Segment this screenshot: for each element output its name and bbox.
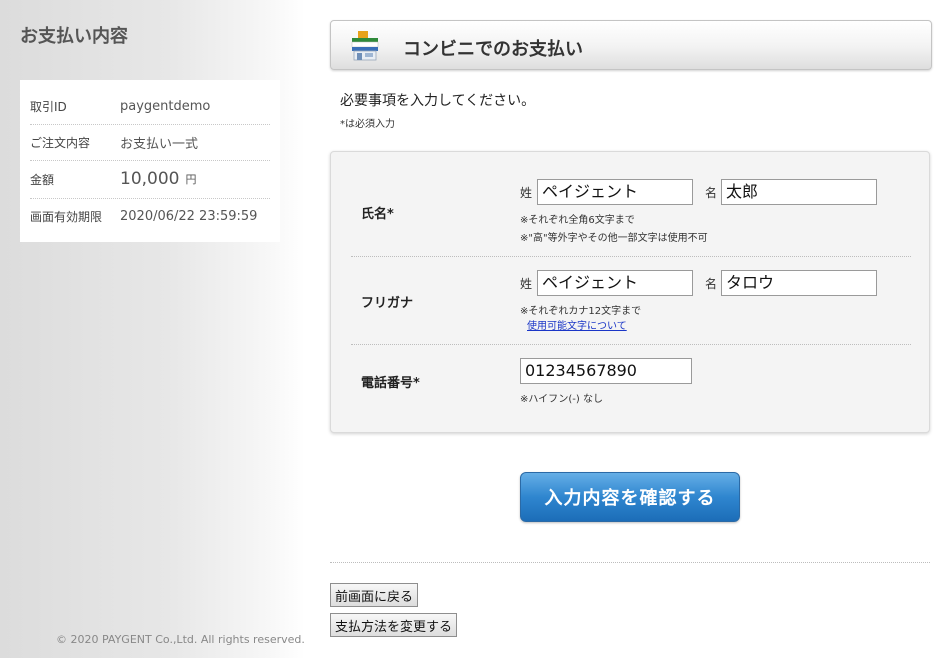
expiry-label: 画面有効期限 xyxy=(30,209,103,224)
phone-label: 電話番号* xyxy=(361,376,420,391)
convenience-store-icon xyxy=(351,31,379,61)
name-note-characters: ※"高"等外字やその他一部文字は使用不可 xyxy=(520,233,708,244)
kana-first-input[interactable]: タロウ xyxy=(721,270,877,296)
back-button[interactable]: 前画面に戻る xyxy=(330,583,419,607)
copyright: © 2020 PAYGENT Co.,Ltd. All rights reser… xyxy=(56,633,305,646)
amount-value: 10,000 xyxy=(120,169,180,189)
confirm-input-button[interactable]: 入力内容を確認する xyxy=(520,472,740,522)
sidebar-title: お支払い内容 xyxy=(20,26,128,47)
page-title: コンビニでのお支払い xyxy=(403,39,583,60)
kana-note: ※それぞれカナ12文字まで xyxy=(520,306,642,317)
name-first-input[interactable]: 太郎 xyxy=(721,179,877,205)
name-last-input[interactable]: ペイジェント xyxy=(537,179,693,205)
expiry-value: 2020/06/22 23:59:59 xyxy=(120,208,258,224)
summary-row-transaction-id: 取引ID paygentdemo xyxy=(30,88,270,125)
name-note-length: ※それぞれ全角6文字まで xyxy=(520,215,635,226)
divider xyxy=(351,344,911,345)
kana-last-label: 姓 xyxy=(520,277,533,291)
summary-row-expiry: 画面有効期限 2020/06/22 23:59:59 xyxy=(30,198,270,234)
required-note: *は必須入力 xyxy=(340,119,395,130)
amount-unit: 円 xyxy=(185,173,197,186)
kana-label: フリガナ xyxy=(361,296,414,311)
transaction-id-label: 取引ID xyxy=(30,99,67,114)
payment-form: 氏名* 姓 ペイジェント 名 太郎 ※それぞれ全角6文字まで ※"高"等外字やそ… xyxy=(330,151,930,433)
payment-summary: 取引ID paygentdemo ご注文内容 お支払い一式 金額 10,000 … xyxy=(20,80,280,242)
usable-characters-link[interactable]: 使用可能文字について xyxy=(527,317,627,332)
change-payment-method-button[interactable]: 支払方法を変更する xyxy=(330,613,458,637)
name-label: 氏名* xyxy=(361,207,394,222)
transaction-id-value: paygentdemo xyxy=(120,98,211,114)
kana-first-label: 名 xyxy=(705,277,718,291)
amount-label: 金額 xyxy=(30,172,55,187)
divider xyxy=(330,562,930,563)
kana-last-input[interactable]: ペイジェント xyxy=(537,270,693,296)
page-header: コンビニでのお支払い xyxy=(330,20,932,70)
instruction-text: 必要事項を入力してください。 xyxy=(340,93,536,109)
summary-row-amount: 金額 10,000 円 xyxy=(30,160,270,199)
divider xyxy=(351,256,911,257)
sidebar: お支払い内容 取引ID paygentdemo ご注文内容 お支払い一式 金額 … xyxy=(0,0,305,658)
order-value: お支払い一式 xyxy=(120,136,199,152)
phone-input[interactable]: 01234567890 xyxy=(520,358,692,384)
summary-row-order: ご注文内容 お支払い一式 xyxy=(30,124,270,161)
name-last-label: 姓 xyxy=(520,186,533,200)
order-label: ご注文内容 xyxy=(30,135,91,150)
name-first-label: 名 xyxy=(705,186,718,200)
phone-note: ※ハイフン(-) なし xyxy=(520,394,603,405)
